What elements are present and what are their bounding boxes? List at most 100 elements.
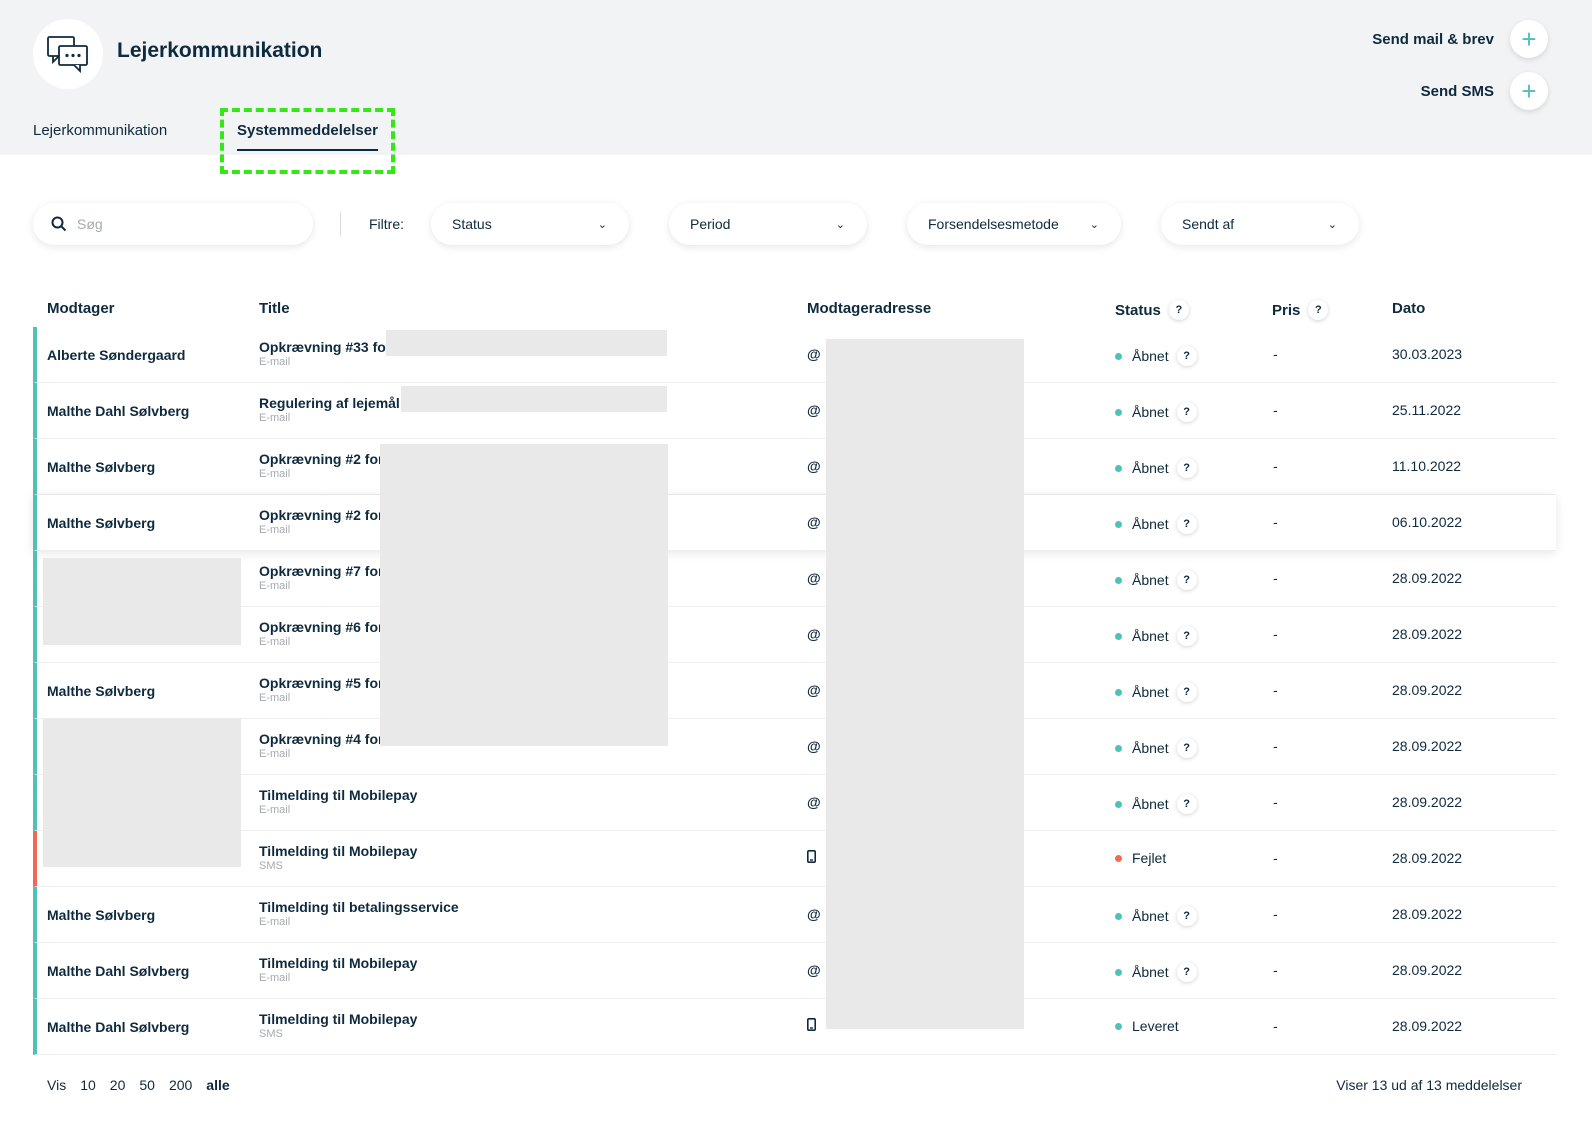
status-dot <box>1115 576 1122 584</box>
help-icon[interactable]: ? <box>1176 346 1197 366</box>
message-title[interactable]: Opkrævning #2 for <box>259 507 383 523</box>
column-header-label: Pris <box>1272 301 1301 319</box>
send-sms-label[interactable]: Send SMS <box>1421 83 1494 100</box>
table-row[interactable]: Malthe Dahl Sølvberg Tilmelding til Mobil… <box>33 943 1556 999</box>
status-label: Åbnet <box>1132 908 1169 924</box>
table-row[interactable]: Opkrævning #4 for E-mail @ Åbnet? - 28.09.202… <box>33 719 1556 775</box>
table-row[interactable]: Alberte Søndergaard Opkrævning #33 for E-m… <box>33 327 1556 383</box>
table-row[interactable]: Opkrævning #6 for E-mail @ Åbnet? - 28.09.202… <box>33 607 1556 663</box>
recipient-name[interactable]: Malthe Dahl Sølvberg <box>47 403 189 419</box>
help-icon[interactable]: ? <box>1176 402 1197 422</box>
recipient-name[interactable]: Malthe Sølvberg <box>47 459 155 475</box>
date-value: 28.09.2022 <box>1392 1018 1463 1034</box>
date-value: 28.09.2022 <box>1392 682 1463 698</box>
page-size-option[interactable]: 50 <box>139 1077 155 1093</box>
date-value: 11.10.2022 <box>1392 458 1462 474</box>
status-label: Åbnet <box>1132 348 1169 364</box>
recipient-address: @ <box>807 514 821 530</box>
method-dropdown-label: Forsendelsesmetode <box>928 216 1059 232</box>
table-row[interactable]: Malthe Sølvberg Opkrævning #5 for E-mail @ Å… <box>33 663 1556 719</box>
price-value: - <box>1273 402 1278 418</box>
table-row[interactable]: Tilmelding til Mobilepay E-mail @ Åbnet? - 28… <box>33 775 1556 831</box>
help-icon[interactable]: ? <box>1176 458 1197 478</box>
help-icon[interactable]: ? <box>1176 570 1197 590</box>
send-mail-action[interactable]: Send mail & brev + <box>1372 20 1548 58</box>
search-input[interactable] <box>77 216 277 232</box>
send-mail-plus-button[interactable]: + <box>1510 20 1548 58</box>
filter-label: Filtre: <box>369 216 404 232</box>
redacted-block <box>826 339 1024 1029</box>
search-box[interactable] <box>33 203 313 245</box>
column-header-status[interactable]: Status? <box>1115 300 1189 320</box>
message-title[interactable]: Opkrævning #2 for <box>259 451 383 467</box>
status-cell: Åbnet? <box>1115 682 1197 702</box>
help-icon[interactable]: ? <box>1176 962 1197 982</box>
column-header-address[interactable]: Modtageradresse <box>807 300 931 317</box>
status-cell: Åbnet? <box>1115 794 1197 814</box>
table-row[interactable]: Malthe Sølvberg Opkrævning #2 for E-mail @ Å… <box>33 495 1556 551</box>
message-title[interactable]: Tilmelding til Mobilepay <box>259 955 417 971</box>
chevron-down-icon: ⌄ <box>1089 218 1099 231</box>
recipient-name[interactable]: Malthe Sølvberg <box>47 515 155 531</box>
table-row[interactable]: Malthe Dahl Sølvberg Tilmelding til Mobil… <box>33 999 1556 1055</box>
page-size-option[interactable]: 10 <box>80 1077 96 1093</box>
show-label: Vis <box>47 1077 67 1093</box>
page-title: Lejerkommunikation <box>117 39 323 62</box>
message-title[interactable]: Tilmelding til betalingsservice <box>259 899 459 915</box>
recipient-address: @ <box>807 962 821 978</box>
send-mail-label[interactable]: Send mail & brev <box>1372 31 1494 48</box>
status-dropdown[interactable]: Status ⌄ <box>431 203 629 245</box>
help-icon[interactable]: ? <box>1168 300 1189 320</box>
table-row[interactable]: Malthe Sølvberg Tilmelding til betalingss… <box>33 887 1556 943</box>
period-dropdown[interactable]: Period ⌄ <box>669 203 867 245</box>
help-icon[interactable]: ? <box>1176 626 1197 646</box>
recipient-name[interactable]: Alberte Søndergaard <box>47 347 185 363</box>
send-sms-action[interactable]: Send SMS + <box>1421 72 1548 110</box>
message-method: E-mail <box>259 356 291 368</box>
recipient-name[interactable]: Malthe Dahl Sølvberg <box>47 963 189 979</box>
page-size-option[interactable]: 20 <box>110 1077 126 1093</box>
recipient-name[interactable]: Malthe Sølvberg <box>47 907 155 923</box>
page-size-option[interactable]: 200 <box>169 1077 192 1093</box>
column-header-label: Modtager <box>47 300 115 317</box>
table-row[interactable]: Opkrævning #7 for E-mail @ Åbnet? - 28.09.202… <box>33 551 1556 607</box>
message-title[interactable]: Tilmelding til Mobilepay <box>259 1011 417 1027</box>
sender-dropdown[interactable]: Sendt af ⌄ <box>1161 203 1359 245</box>
message-title[interactable]: Opkrævning #33 for <box>259 339 391 355</box>
phone-icon <box>807 1018 817 1031</box>
column-header-date[interactable]: Dato <box>1392 300 1425 317</box>
message-title[interactable]: Tilmelding til Mobilepay <box>259 787 417 803</box>
help-icon[interactable]: ? <box>1176 682 1197 702</box>
column-header-recipient[interactable]: Modtager <box>47 300 115 317</box>
message-title[interactable]: Opkrævning #7 for <box>259 563 383 579</box>
redacted-block <box>386 330 667 356</box>
column-header-title[interactable]: Title <box>259 300 290 317</box>
help-icon[interactable]: ? <box>1176 794 1197 814</box>
recipient-name[interactable]: Malthe Sølvberg <box>47 683 155 699</box>
price-value: - <box>1273 346 1278 362</box>
table-row[interactable]: Malthe Sølvberg Opkrævning #2 for E-mail @ Å… <box>33 439 1556 495</box>
help-icon[interactable]: ? <box>1308 300 1329 320</box>
help-icon[interactable]: ? <box>1176 514 1197 534</box>
table-row[interactable]: Malthe Dahl Sølvberg Regulering af lejemå… <box>33 383 1556 439</box>
tab-lejerkommunikation[interactable]: Lejerkommunikation <box>33 122 167 139</box>
message-title[interactable]: Regulering af lejemål - <box>259 395 408 411</box>
price-value: - <box>1273 1018 1278 1034</box>
status-label: Åbnet <box>1132 460 1169 476</box>
column-header-price[interactable]: Pris? <box>1272 300 1329 320</box>
recipient-address: @ <box>807 458 821 474</box>
message-title[interactable]: Opkrævning #4 for <box>259 731 383 747</box>
send-sms-plus-button[interactable]: + <box>1510 72 1548 110</box>
recipient-address: @ <box>807 402 821 418</box>
help-icon[interactable]: ? <box>1176 906 1197 926</box>
recipient-name[interactable]: Malthe Dahl Sølvberg <box>47 1019 189 1035</box>
message-title[interactable]: Opkrævning #5 for <box>259 675 383 691</box>
message-title[interactable]: Tilmelding til Mobilepay <box>259 843 417 859</box>
help-icon[interactable]: ? <box>1176 738 1197 758</box>
table-row[interactable]: Tilmelding til Mobilepay SMS Fejlet - 28.09.… <box>33 831 1556 887</box>
method-dropdown[interactable]: Forsendelsesmetode ⌄ <box>907 203 1121 245</box>
page-size-option-active[interactable]: alle <box>206 1077 229 1093</box>
status-cell: Åbnet? <box>1115 738 1197 758</box>
date-value: 28.09.2022 <box>1392 738 1463 754</box>
message-title[interactable]: Opkrævning #6 for <box>259 619 383 635</box>
